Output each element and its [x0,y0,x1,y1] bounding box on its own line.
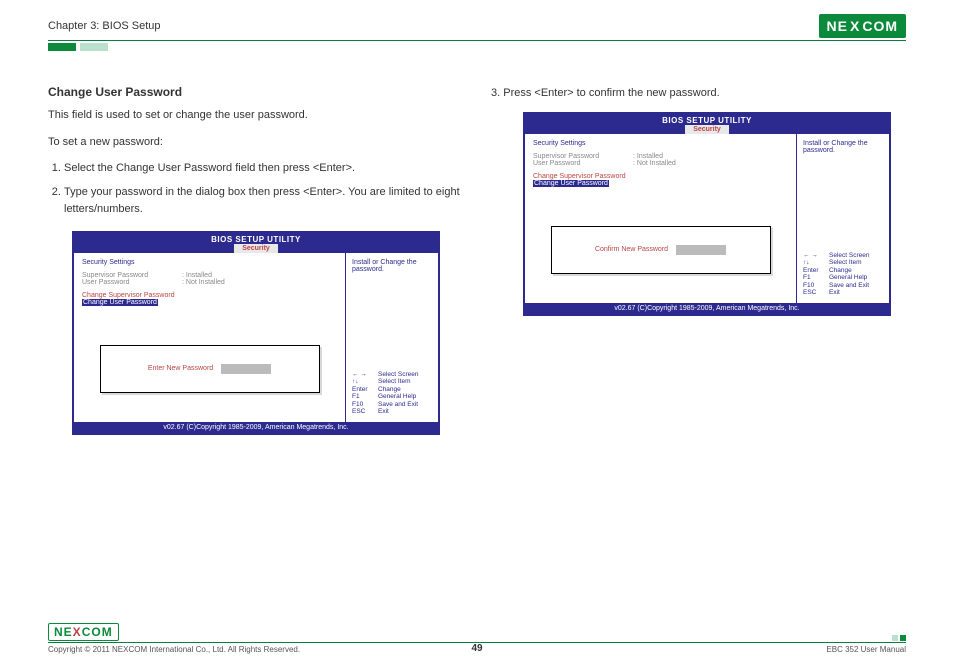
page-number: 49 [471,643,482,654]
bios-screenshot-enter: BIOS SETUP UTILITY Security Security Set… [72,231,440,435]
chapter-title: Chapter 3: BIOS Setup [48,20,161,32]
bios-section-label: Security Settings [82,259,337,266]
bios-row-val: : Installed [182,272,212,279]
bios-row-supervisor: Supervisor Password : Installed [533,153,788,160]
bios-side-panel: Install or Change the password. ← →Selec… [346,253,438,422]
footer-manual: EBC 352 User Manual [826,645,906,654]
bios-title: BIOS SETUP UTILITY [74,233,438,244]
step-1-text: Select the Change User Password field th… [64,162,355,174]
bios-main-panel: Security Settings Supervisor Password : … [74,253,346,422]
bios-help-text: Install or Change the password. [352,259,432,273]
bios-row-val: : Not Installed [633,160,676,167]
bios-row-key: Supervisor Password [82,272,182,279]
step-1: Select the Change User Password field th… [64,160,463,178]
intro-text-1: This field is used to set or change the … [48,107,463,124]
bios-row-val: : Not Installed [182,279,225,286]
bios-change-user[interactable]: Change User Password [533,180,609,187]
section-heading: Change User Password [48,85,463,99]
right-column: 3. Press <Enter> to confirm the new pass… [491,85,906,435]
bios-row-val: : Installed [633,153,663,160]
brand-logo: NEXCOM [819,14,906,38]
bios-row-key: Supervisor Password [533,153,633,160]
header-accent [48,43,906,51]
bios-row-user: User Password : Not Installed [82,279,337,286]
step-3-text: Press <Enter> to confirm the new passwor… [503,87,719,99]
bios-change-supervisor[interactable]: Change Supervisor Password [82,292,337,299]
bios-row-key: User Password [82,279,182,286]
bios-change-user[interactable]: Change User Password [82,299,158,306]
bios-side-panel: Install or Change the password. ← →Selec… [797,134,889,303]
page-footer: NEXCOM Copyright © 2011 NEXCOM Internati… [48,623,906,654]
brand-logo-text: NEXCOM [819,14,906,38]
footer-logo: NEXCOM [48,623,119,641]
step-3: 3. Press <Enter> to confirm the new pass… [491,85,906,102]
bios-tabs: Security [74,244,438,252]
bios-row-user: User Password : Not Installed [533,160,788,167]
bios-key-legend: ← →Select Screen ↑↓Select Item EnterChan… [803,252,883,297]
bios-row-supervisor: Supervisor Password : Installed [82,272,337,279]
footer-copyright: Copyright © 2011 NEXCOM International Co… [48,645,300,654]
bios-change-supervisor[interactable]: Change Supervisor Password [533,173,788,180]
left-column: Change User Password This field is used … [48,85,463,435]
bios-dialog-enter: Enter New Password [100,345,320,393]
bios-password-input[interactable] [676,245,726,255]
bios-copyright: v02.67 (C)Copyright 1985-2009, American … [525,303,889,314]
bios-tab-security[interactable]: Security [234,244,278,253]
bios-dialog-confirm: Confirm New Password [551,226,771,274]
bios-screenshot-confirm: BIOS SETUP UTILITY Security Security Set… [523,112,891,316]
bios-password-input[interactable] [221,364,271,374]
bios-section-label: Security Settings [533,140,788,147]
steps-list: Select the Change User Password field th… [48,160,463,219]
page-header: Chapter 3: BIOS Setup NEXCOM [48,14,906,41]
footer-decoration-icon [892,635,906,641]
bios-help-text: Install or Change the password. [803,140,883,154]
bios-dialog-label: Confirm New Password [595,246,668,253]
step-2: Type your password in the dialog box the… [64,184,463,219]
bios-tabs: Security [525,125,889,133]
bios-main-panel: Security Settings Supervisor Password : … [525,134,797,303]
bios-tab-security[interactable]: Security [685,125,729,134]
intro-text-2: To set a new password: [48,134,463,151]
bios-title: BIOS SETUP UTILITY [525,114,889,125]
bios-row-key: User Password [533,160,633,167]
bios-copyright: v02.67 (C)Copyright 1985-2009, American … [74,422,438,433]
bios-key-legend: ← →Select Screen ↑↓Select Item EnterChan… [352,371,432,416]
step-3-num: 3. [491,87,500,99]
step-2-text: Type your password in the dialog box the… [64,186,460,216]
bios-dialog-label: Enter New Password [148,365,213,372]
